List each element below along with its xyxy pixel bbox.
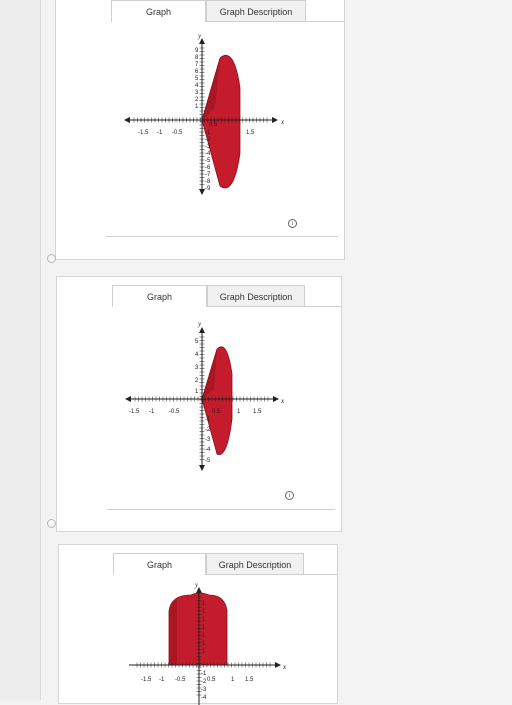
x-tick-label: 1.5 xyxy=(245,677,254,683)
x-axis-arrow-left xyxy=(124,117,130,123)
y-tick-label: -1 xyxy=(205,130,211,136)
y-tick-label: -1 xyxy=(205,417,211,423)
x-tick-label: 0.5 xyxy=(209,122,218,128)
y-axis-name: y xyxy=(197,32,202,40)
y-tick-label: -6 xyxy=(205,165,211,171)
x-tick-label: 1.5 xyxy=(253,409,262,415)
divider xyxy=(107,509,335,510)
x-tick-label: 0.5 xyxy=(212,409,221,415)
x-axis-arrow xyxy=(273,396,279,402)
x-axis-arrow xyxy=(272,117,278,123)
x-tick-label: -0.5 xyxy=(169,409,180,415)
tab-underline xyxy=(304,574,337,575)
graph-3: x y -1.5 -1 -0.5 0.5 1 1.5 1 1 1 1 1 1 1… xyxy=(119,581,299,705)
x-axis-arrow-left xyxy=(125,396,131,402)
y-tick-label: -4 xyxy=(205,151,211,157)
y-tick-label: -8 xyxy=(205,179,211,185)
y-tick-label: -9 xyxy=(205,186,211,192)
x-tick-label: 1.5 xyxy=(246,130,255,136)
x-tick-label: -1 xyxy=(159,677,165,683)
graph-1: x y -1.5 -1 -0.5 1.5 9 8 7 6 5 4 3 2 1 -… xyxy=(116,28,296,203)
y-axis-name: y xyxy=(194,581,199,589)
y-tick-label: -2 xyxy=(205,137,211,143)
y-tick-label: -3 xyxy=(201,687,207,693)
y-tick-label: 3 xyxy=(195,365,199,371)
left-gutter xyxy=(0,0,41,700)
y-tick-label: -3 xyxy=(205,144,211,150)
graph-2: x y -1.5 -1 -0.5 0.5 1 1.5 5 4 3 2 1 -1 … xyxy=(117,319,297,479)
y-axis-arrow-bottom xyxy=(199,465,205,471)
x-axis-name: x xyxy=(280,397,285,405)
y-tick-label: -5 xyxy=(205,158,211,164)
x-tick-label: 1 xyxy=(231,677,235,683)
y-tick-label: -4 xyxy=(205,447,211,453)
graph-2-svg: x y -1.5 -1 -0.5 0.5 1 1.5 5 4 3 2 1 -1 … xyxy=(125,320,285,471)
x-axis-name: x xyxy=(282,663,287,671)
y-tick-label: 1 xyxy=(195,104,199,110)
y-tick-label: -5 xyxy=(205,458,211,464)
option-2-radio[interactable] xyxy=(47,519,56,528)
x-tick-label: -1.5 xyxy=(141,677,152,683)
y-tick-label: 2 xyxy=(195,378,199,384)
y-tick-label: -3 xyxy=(205,437,211,443)
tab-bar: Graph Graph Description xyxy=(59,553,337,575)
info-icon[interactable]: i xyxy=(288,219,297,228)
x-tick-label: -1.5 xyxy=(138,130,149,136)
tab-underline xyxy=(306,21,344,22)
y-tick-label: -2 xyxy=(205,427,211,433)
y-tick-label: 9 xyxy=(195,48,199,54)
x-tick-label: 1 xyxy=(237,409,241,415)
x-tick-label: -1.5 xyxy=(129,409,140,415)
x-tick-label: -1 xyxy=(149,409,155,415)
y-axis-name: y xyxy=(197,320,202,328)
answer-option-3: Graph Graph Description x y -1.5 -1 -0.5… xyxy=(58,544,338,705)
tab-bar: Graph Graph Description xyxy=(56,0,344,22)
tab-graph-description[interactable]: Graph Description xyxy=(206,553,304,575)
graph-3-svg: x y -1.5 -1 -0.5 0.5 1 1.5 1 1 1 1 1 1 1… xyxy=(129,581,287,705)
divider xyxy=(106,236,338,237)
tab-graph-description[interactable]: Graph Description xyxy=(206,0,306,22)
answer-option-2: Graph Graph Description x y -1.5 -1 -0.5… xyxy=(56,276,342,532)
tab-graph[interactable]: Graph xyxy=(113,553,206,575)
y-tick-label: 6 xyxy=(195,69,199,75)
y-tick-label: 4 xyxy=(195,352,199,358)
y-tick-label: 3 xyxy=(195,90,199,96)
x-tick-label: -1 xyxy=(157,130,163,136)
tab-graph[interactable]: Graph xyxy=(111,0,206,22)
y-tick-label: 8 xyxy=(195,55,199,61)
tab-underline xyxy=(305,306,341,307)
x-axis-name: x xyxy=(280,118,285,126)
x-tick-label: 0.5 xyxy=(207,677,216,683)
graph-1-svg: x y -1.5 -1 -0.5 1.5 9 8 7 6 5 4 3 2 1 -… xyxy=(124,32,285,195)
answer-option-1: Graph Graph Description x y -1.5 -1 -0.5… xyxy=(55,0,345,260)
y-tick-label: -7 xyxy=(205,172,211,178)
tab-bar: Graph Graph Description xyxy=(57,285,341,307)
y-tick-label: -2 xyxy=(201,679,207,685)
x-axis-arrow xyxy=(275,662,281,668)
y-tick-label: 2 xyxy=(195,97,199,103)
y-tick-label: 7 xyxy=(195,62,199,68)
y-tick-label: 5 xyxy=(195,76,199,82)
y-tick-label: 5 xyxy=(195,339,199,345)
y-tick-label: 1 xyxy=(195,389,199,395)
tab-graph-description[interactable]: Graph Description xyxy=(207,285,305,307)
x-tick-label: -0.5 xyxy=(172,130,183,136)
option-1-radio[interactable] xyxy=(47,254,56,263)
y-tick-label: -1 xyxy=(201,671,207,677)
x-tick-label: -0.5 xyxy=(175,677,186,683)
info-icon[interactable]: i xyxy=(285,491,294,500)
y-tick-label: -4 xyxy=(201,695,207,701)
tab-graph[interactable]: Graph xyxy=(112,285,207,307)
y-tick-label: 4 xyxy=(195,83,199,89)
